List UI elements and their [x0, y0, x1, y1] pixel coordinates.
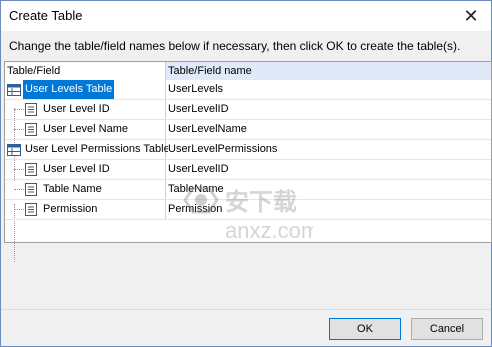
watermark-logo: 安下载 anxz.com [173, 180, 319, 250]
field-icon [25, 163, 37, 181]
table-row[interactable]: User Level ID UserLevelID [5, 160, 491, 180]
table-row[interactable]: User Level Name UserLevelName [5, 120, 491, 140]
title-bar: Create Table ✕ [1, 1, 491, 31]
table-field-label: User Level ID [43, 103, 110, 115]
table-field-cell[interactable]: User Levels Table [5, 80, 166, 99]
field-icon [25, 103, 37, 121]
window-title: Create Table [9, 8, 83, 23]
instruction-text: Change the table/field names below if ne… [9, 39, 461, 53]
table-field-cell[interactable]: User Level Permissions Table [5, 140, 168, 161]
field-icon [25, 183, 37, 201]
table-field-label: User Level ID [43, 163, 110, 175]
table-field-cell[interactable]: User Level ID [5, 160, 166, 179]
table-field-name-cell[interactable]: UserLevelID [166, 160, 491, 179]
table-field-name-cell[interactable]: UserLevels [166, 80, 491, 99]
column-header-table-field-name[interactable]: Table/Field name [166, 62, 491, 80]
ok-button[interactable]: OK [329, 318, 401, 340]
grid-header: Table/Field Table/Field name [5, 62, 491, 80]
dialog-body: Change the table/field names below if ne… [1, 31, 492, 346]
table-field-cell[interactable]: Permission [5, 200, 166, 219]
table-field-label: Permission [43, 203, 98, 215]
table-field-name-cell[interactable]: UserLevelName [166, 120, 491, 139]
table-field-name-cell[interactable]: UserLevelPermissions [166, 140, 491, 159]
watermark-text: anxz.com [225, 218, 313, 243]
cancel-button[interactable]: Cancel [411, 318, 483, 340]
table-field-grid: Table/Field Table/Field name User Levels… [4, 61, 492, 262]
table-field-cell[interactable]: Table Name [5, 180, 166, 199]
table-field-name-cell[interactable]: UserLevelID [166, 100, 491, 119]
create-table-dialog: Create Table ✕ Change the table/field na… [0, 0, 492, 347]
table-field-label: User Level Permissions Table [25, 143, 168, 155]
svg-text:安下载: 安下载 [225, 188, 297, 216]
table-field-label: Table Name [43, 183, 102, 195]
table-icon [7, 143, 21, 161]
table-row[interactable]: User Levels Table UserLevels [5, 80, 491, 100]
field-icon [25, 203, 37, 221]
table-row[interactable]: User Level ID UserLevelID [5, 100, 491, 120]
table-field-label: User Level Name [43, 123, 128, 135]
table-field-cell[interactable]: User Level Name [5, 120, 166, 139]
table-row[interactable]: User Level Permissions Table UserLevelPe… [5, 140, 491, 160]
dialog-footer: OK Cancel [1, 309, 491, 346]
column-header-table-field[interactable]: Table/Field [5, 62, 166, 80]
field-icon [25, 123, 37, 141]
table-icon [7, 83, 21, 101]
close-icon[interactable]: ✕ [451, 1, 491, 31]
table-field-label: User Levels Table [23, 80, 115, 99]
table-field-cell[interactable]: User Level ID [5, 100, 166, 119]
